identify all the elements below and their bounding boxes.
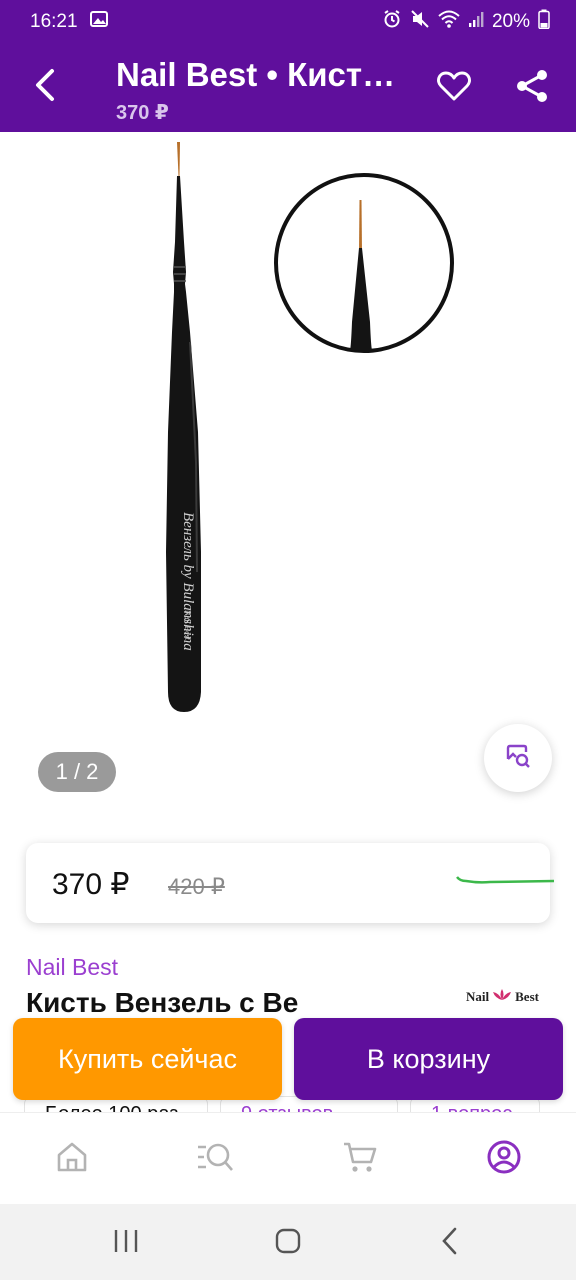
current-price: 370 ₽: [52, 868, 130, 901]
app-screen: 16:21 20% Nail Best • Кисть 370 ₽ Вензел…: [0, 0, 576, 1280]
nav-home[interactable]: [52, 1139, 92, 1179]
heart-icon: [437, 71, 471, 106]
status-bar: 16:21 20%: [0, 0, 576, 44]
battery-icon: [538, 9, 550, 35]
system-navigation: [0, 1204, 576, 1280]
battery-text: 20%: [491, 11, 530, 32]
nav-cart[interactable]: [340, 1139, 380, 1179]
product-image: Вензель by Bulanshina Nail Best: [166, 142, 454, 712]
back-arrow-icon: [32, 68, 58, 107]
bottom-navigation: [0, 1112, 576, 1204]
page-title: Nail Best • Кисть Вензель: [116, 56, 406, 93]
catalog-search-icon: [196, 1140, 236, 1179]
profile-icon: [486, 1139, 522, 1180]
system-back-icon: [440, 1227, 460, 1260]
product-gallery[interactable]: Вензель by Bulanshina Nail Best 1 / 2: [0, 132, 576, 812]
signal-icon: [468, 10, 484, 34]
visual-search-button[interactable]: [484, 724, 552, 792]
price-indicator-line: [456, 873, 556, 894]
mute-icon: [410, 9, 430, 35]
share-icon: [515, 69, 549, 108]
product-title: Кисть Вензель с Ве: [26, 987, 299, 1018]
header-price: 370 ₽: [116, 102, 169, 124]
app-bar: Nail Best • Кисть Вензель 370 ₽: [0, 44, 576, 132]
status-icons: 20%: [382, 9, 550, 35]
buy-now-button[interactable]: Купить сейчас: [13, 1018, 282, 1100]
favorite-button[interactable]: [432, 66, 476, 110]
add-to-cart-button[interactable]: В корзину: [294, 1018, 563, 1100]
nav-catalog[interactable]: [196, 1139, 236, 1179]
visual-search-icon: [504, 742, 532, 775]
back-button[interactable]: [22, 64, 68, 110]
alarm-icon: [382, 9, 402, 35]
wifi-icon: [438, 9, 460, 35]
recent-apps-icon: [112, 1228, 140, 1259]
image-counter: 1 / 2: [38, 752, 116, 792]
image-icon: [89, 10, 108, 34]
recent-apps-button[interactable]: [106, 1226, 146, 1260]
nav-profile[interactable]: [484, 1139, 524, 1179]
share-button[interactable]: [510, 66, 554, 110]
brush-brand-mark: Nail Best: [183, 610, 192, 641]
price-card: 370 ₽ 420 ₽: [26, 843, 555, 923]
cart-icon: [342, 1140, 378, 1179]
brand-link[interactable]: Nail Best: [26, 954, 118, 981]
home-icon: [55, 1140, 89, 1179]
old-price: 420 ₽: [168, 874, 225, 899]
status-time: 16:21: [30, 11, 78, 32]
home-square-icon: [274, 1227, 302, 1260]
system-back-button[interactable]: [430, 1226, 470, 1260]
home-system-button[interactable]: [268, 1226, 308, 1260]
